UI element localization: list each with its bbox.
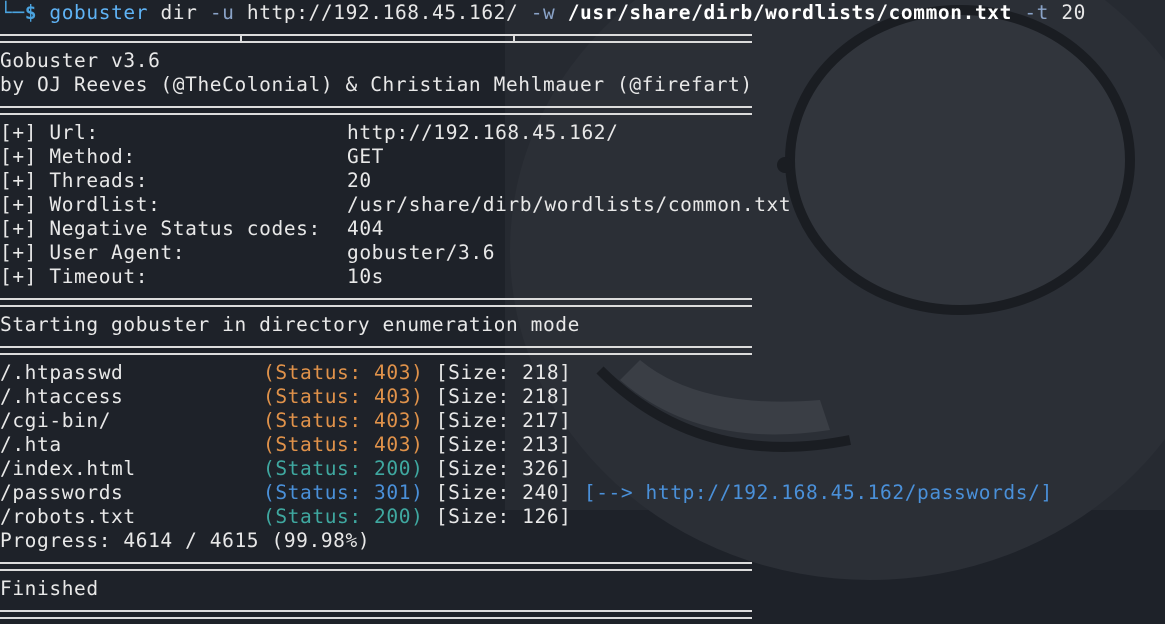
config-row: [+] Negative Status codes: 404 (0, 217, 384, 241)
status-code: (Status: 301) (263, 481, 424, 504)
command-wordlist: /usr/share/dirb/wordlists/common.txt (567, 1, 1012, 24)
result-path: /.htaccess (0, 385, 124, 408)
result-size: [Size: 218] (435, 361, 572, 384)
status-code: (Status: 403) (263, 409, 424, 432)
status-code: (Status: 200) (263, 505, 424, 528)
separator (0, 106, 752, 115)
result-path: /.htpasswd (0, 361, 124, 384)
status-code: (Status: 403) (263, 385, 424, 408)
result-path: /cgi-bin/ (0, 409, 112, 432)
config-label: [+] Wordlist: (0, 193, 161, 216)
config-value: 20 (347, 169, 372, 192)
result-size: [Size: 240] (435, 481, 572, 504)
command-program: gobuster (49, 1, 149, 24)
separator (0, 298, 752, 307)
command-threads: 20 (1061, 1, 1087, 24)
command-line: └─$ gobuster dir -u http://192.168.45.16… (0, 1, 1086, 25)
result-path: /passwords (0, 481, 124, 504)
config-label: [+] Timeout: (0, 265, 149, 288)
command-subcommand: dir (160, 1, 198, 24)
separator (0, 610, 752, 619)
result-size: [Size: 217] (435, 409, 572, 432)
config-label: [+] User Agent: (0, 241, 186, 264)
status-code: (Status: 403) (263, 433, 424, 456)
status-code: (Status: 403) (263, 361, 424, 384)
config-row: [+] Timeout: 10s (0, 265, 384, 289)
config-row: [+] Threads: 20 (0, 169, 372, 193)
config-value: http://192.168.45.162/ (347, 121, 619, 144)
config-row: [+] User Agent: gobuster/3.6 (0, 241, 495, 265)
redirect-link[interactable]: [--> http://192.168.45.162/passwords/] (584, 481, 1053, 504)
command-flag-url: -u (209, 1, 235, 24)
config-label: [+] Url: (0, 121, 99, 144)
result-size: [Size: 213] (435, 433, 572, 456)
command-url: http://192.168.45.162/ (246, 1, 519, 24)
result-row: /.hta (Status: 403) [Size: 213] (0, 433, 572, 457)
separator (0, 34, 752, 43)
config-label: [+] Threads: (0, 169, 149, 192)
config-row: [+] Url: http://192.168.45.162/ (0, 121, 618, 145)
result-path: /robots.txt (0, 505, 136, 528)
banner-authors: by OJ Reeves (@TheColonial) & Christian … (0, 73, 753, 96)
config-value: gobuster/3.6 (347, 241, 496, 264)
status-code: (Status: 200) (263, 457, 424, 480)
config-row: [+] Wordlist: /usr/share/dirb/wordlists/c… (0, 193, 791, 217)
config-value: 404 (347, 217, 385, 240)
result-size: [Size: 326] (435, 457, 572, 480)
terminal-window[interactable]: └─$ gobuster dir -u http://192.168.45.16… (0, 0, 1165, 624)
progress-text: Progress: 4614 / 4615 (99.98%) (0, 529, 371, 552)
config-value: 10s (347, 265, 385, 288)
result-row: /cgi-bin/ (Status: 403) [Size: 217] (0, 409, 572, 433)
prompt-symbol: $ (24, 1, 38, 24)
separator (0, 346, 752, 355)
result-size: [Size: 218] (435, 385, 572, 408)
result-row: /robots.txt (Status: 200) [Size: 126] (0, 505, 572, 529)
config-value: GET (347, 145, 385, 168)
result-row: /index.html (Status: 200) [Size: 326] (0, 457, 572, 481)
config-row: [+] Method: GET (0, 145, 384, 169)
command-flag-wordlist: -w (530, 1, 556, 24)
prompt-corner: └─ (0, 1, 25, 24)
separator (0, 562, 752, 571)
start-message: Starting gobuster in directory enumerati… (0, 313, 580, 336)
banner-version: Gobuster v3.6 (0, 49, 161, 72)
result-row: /.htpasswd (Status: 403) [Size: 218] (0, 361, 572, 385)
result-size: [Size: 126] (435, 505, 572, 528)
command-flag-threads: -t (1024, 1, 1049, 24)
result-row: /passwords (Status: 301) [Size: 240] [-->… (0, 481, 1053, 505)
result-row: /.htaccess (Status: 403) [Size: 218] (0, 385, 572, 409)
finished-message: Finished (0, 577, 99, 600)
config-value: /usr/share/dirb/wordlists/common.txt (347, 193, 792, 216)
config-label: [+] Negative Status codes: (0, 217, 321, 240)
result-path: /.hta (0, 433, 62, 456)
config-label: [+] Method: (0, 145, 136, 168)
result-path: /index.html (0, 457, 136, 480)
